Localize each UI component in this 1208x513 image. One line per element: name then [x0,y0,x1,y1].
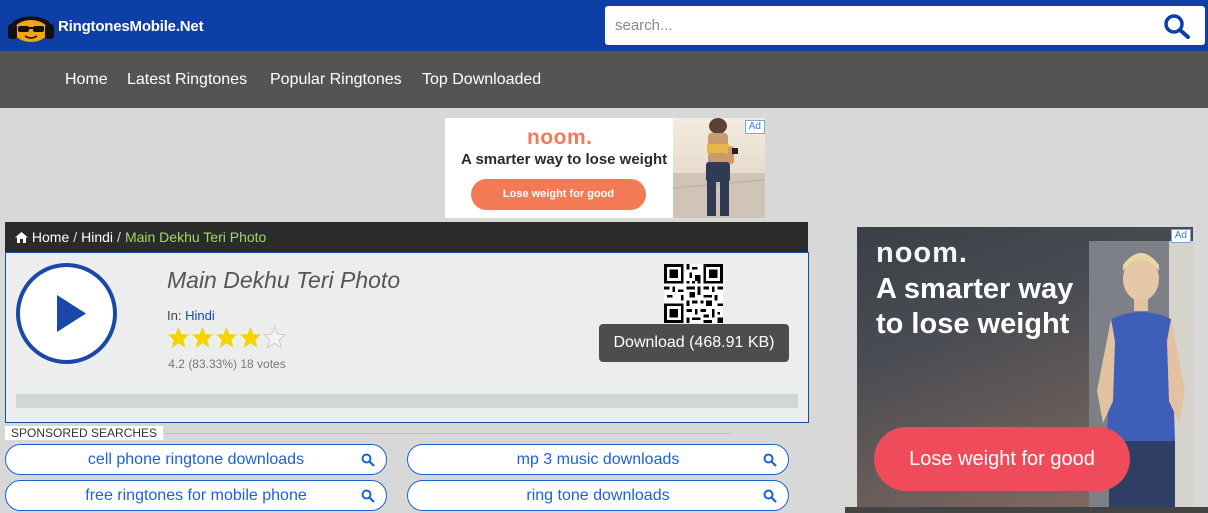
nav-home[interactable]: Home [65,71,108,89]
sponsored-search-item[interactable]: cell phone ringtone downloads [5,444,387,475]
search-icon[interactable] [1163,13,1191,39]
search-icon [763,453,777,467]
qr-code-icon [664,264,723,323]
breadcrumb-home[interactable]: Home [32,229,69,245]
sponsored-search-item[interactable]: ring tone downloads [407,480,789,511]
site-name: RingtonesMobile.Net [58,17,204,35]
ad-cta-button[interactable]: Lose weight for good [874,427,1130,491]
ad-tagline: A smarter way to lose weight [876,272,1073,342]
sidebar-ad[interactable]: Ad noom. A smarter way to lose weight Lo… [857,227,1193,507]
category-link[interactable]: Hindi [185,308,215,323]
sponsored-search-item[interactable]: free ringtones for mobile phone [5,480,387,511]
banner-ad-top[interactable]: Ad noom. A smarter way to lose weight Lo… [445,118,765,218]
ad-tagline-line2: to lose weight [876,308,1070,340]
breadcrumb-separator: / [73,229,78,245]
sponsored-divider [165,433,730,434]
home-icon [15,232,28,243]
breadcrumb-separator: / [117,229,121,245]
breadcrumb: Home / Hindi / Main Dekhu Teri Photo [5,222,808,252]
ad-badge[interactable]: Ad [744,120,765,134]
noom-logo: noom. [527,126,593,149]
ad-tagline: A smarter way to lose weight [461,151,668,168]
sponsored-search-label: cell phone ringtone downloads [87,451,305,468]
star-empty-icon[interactable] [263,326,286,349]
search-input[interactable] [615,6,1145,45]
site-header: RingtonesMobile.Net [0,0,1208,51]
sponsored-search-label: mp 3 music downloads [516,451,680,468]
song-title: Main Dekhu Teri Photo [167,267,401,293]
nav-popular-ringtones[interactable]: Popular Ringtones [270,71,402,89]
ad-cta-button[interactable]: Lose weight for good [471,179,646,210]
sponsored-search-label: ring tone downloads [526,487,670,504]
category-label: In: Hindi [167,308,215,323]
search-icon [361,453,375,467]
ad-tagline-line1: A smarter way [876,273,1074,305]
search-box [605,6,1205,45]
noom-logo: noom. [876,237,968,269]
star-filled-icon[interactable] [215,326,238,349]
in-prefix: In: [167,308,182,323]
nav-top-downloaded[interactable]: Top Downloaded [422,71,541,89]
star-filled-icon[interactable] [167,326,190,349]
sidebar-bottom-strip [845,507,1208,513]
sponsored-search-item[interactable]: mp 3 music downloads [407,444,789,475]
star-filled-icon[interactable] [191,326,214,349]
breadcrumb-current: Main Dekhu Teri Photo [124,229,267,245]
ringtone-card: Main Dekhu Teri Photo In: Hindi 4.2 (83.… [5,252,809,423]
headphones-logo-icon [8,16,54,42]
ad-badge[interactable]: Ad [1170,229,1191,243]
sponsored-search-label: free ringtones for mobile phone [85,487,307,504]
play-button[interactable] [16,263,117,364]
main-nav: Home Latest Ringtones Popular Ringtones … [0,51,1208,108]
nav-latest-ringtones[interactable]: Latest Ringtones [127,71,247,89]
download-button[interactable]: Download (468.91 KB) [599,324,789,362]
star-rating[interactable] [167,326,286,349]
search-icon [763,489,777,503]
play-icon [57,295,86,332]
site-logo[interactable]: RingtonesMobile.Net [6,9,204,43]
search-icon [361,489,375,503]
player-progress-bar[interactable] [16,394,798,408]
rating-text: 4.2 (83.33%) 18 votes [168,357,286,371]
breadcrumb-category[interactable]: Hindi [81,229,113,245]
sponsored-label: SPONSORED SEARCHES [5,426,164,440]
star-filled-icon[interactable] [239,326,262,349]
